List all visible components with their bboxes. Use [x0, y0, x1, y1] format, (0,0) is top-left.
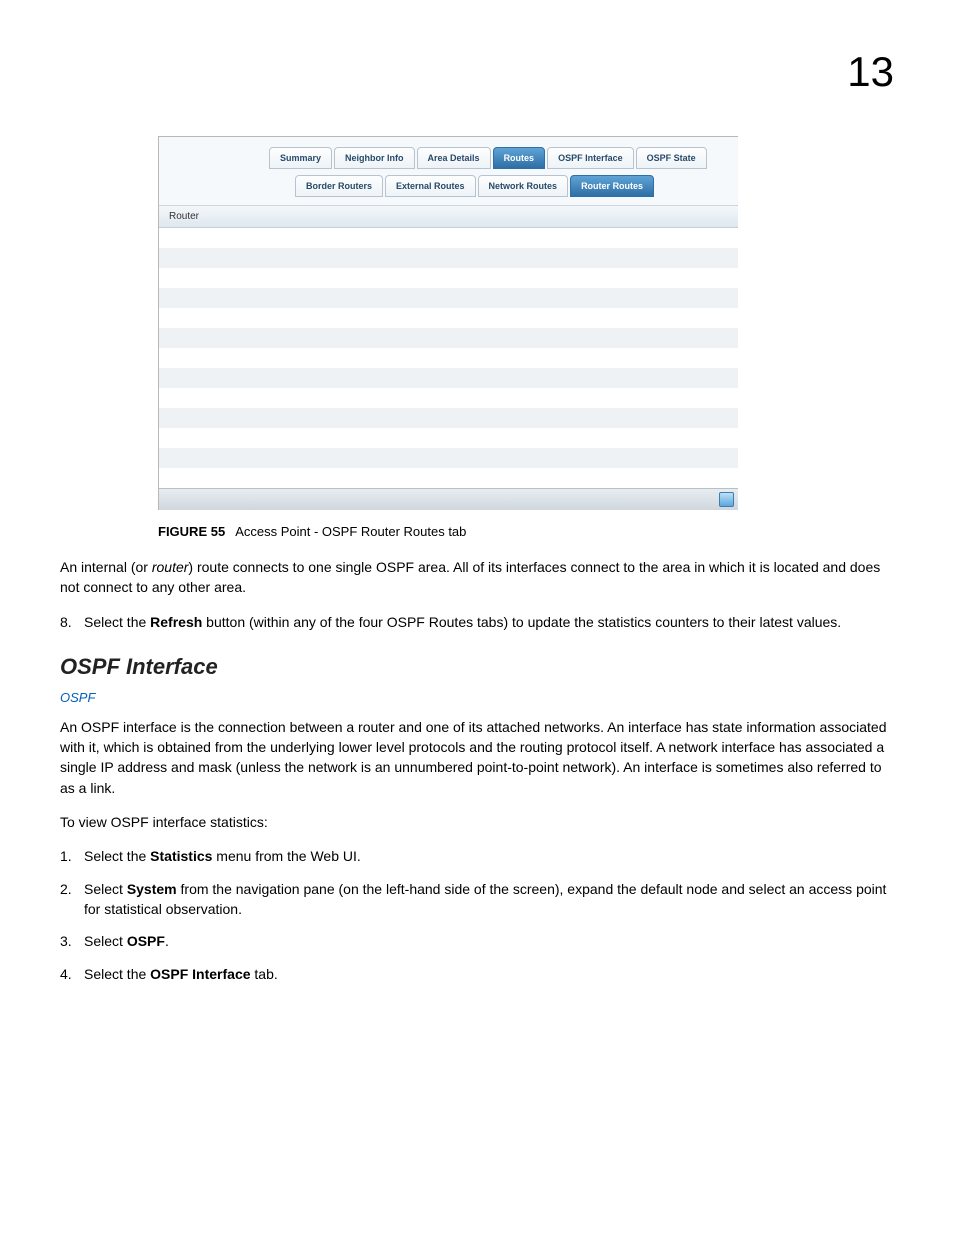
list-item: 8. Select the Refresh button (within any… — [60, 612, 894, 632]
paragraph: An internal (or router) route connects t… — [60, 557, 894, 598]
text-bold: Statistics — [150, 848, 212, 864]
text-fragment: button (within any of the four OSPF Rout… — [202, 614, 841, 630]
figure-screenshot: Summary Neighbor Info Area Details Route… — [158, 136, 894, 539]
table-row — [159, 228, 738, 248]
table-header-row: Router — [159, 206, 738, 228]
tab-ospf-state[interactable]: OSPF State — [636, 147, 707, 169]
text-fragment: Select the — [84, 848, 150, 864]
primary-tab-row: Summary Neighbor Info Area Details Route… — [269, 147, 738, 169]
subtab-border-routers[interactable]: Border Routers — [295, 175, 383, 197]
table-row — [159, 308, 738, 328]
text-fragment: Select — [84, 933, 127, 949]
text-fragment: Select the — [84, 614, 150, 630]
tab-area-details[interactable]: Area Details — [417, 147, 491, 169]
figure-caption: FIGURE 55 Access Point - OSPF Router Rout… — [158, 524, 894, 539]
page-number: 13 — [847, 48, 894, 96]
list-item: 2. Select System from the navigation pan… — [60, 879, 894, 920]
list-number: 8. — [60, 612, 84, 632]
table-row — [159, 408, 738, 428]
table-row — [159, 388, 738, 408]
table-row — [159, 428, 738, 448]
table-row — [159, 328, 738, 348]
section-link[interactable]: OSPF — [60, 690, 894, 705]
table-row — [159, 368, 738, 388]
text-fragment: tab. — [251, 966, 278, 982]
list-number: 2. — [60, 879, 84, 920]
list-number: 4. — [60, 964, 84, 984]
table-action-button[interactable] — [719, 492, 734, 507]
table-body — [159, 228, 738, 488]
table-row — [159, 248, 738, 268]
text-fragment: menu from the Web UI. — [212, 848, 360, 864]
text-fragment: Select the — [84, 966, 150, 982]
subtab-external-routes[interactable]: External Routes — [385, 175, 476, 197]
table-row — [159, 448, 738, 468]
text-bold: OSPF Interface — [150, 966, 250, 982]
tab-routes[interactable]: Routes — [493, 147, 546, 169]
figure-caption-text: Access Point - OSPF Router Routes tab — [235, 524, 466, 539]
figure-label: FIGURE 55 — [158, 524, 225, 539]
section-heading: OSPF Interface — [60, 654, 894, 680]
text-bold: OSPF — [127, 933, 165, 949]
list-item: 3. Select OSPF. — [60, 931, 894, 951]
list-item: 4. Select the OSPF Interface tab. — [60, 964, 894, 984]
tab-neighbor-info[interactable]: Neighbor Info — [334, 147, 415, 169]
text-fragment: Select — [84, 881, 127, 897]
text-fragment: from the navigation pane (on the left-ha… — [84, 881, 886, 917]
subtab-network-routes[interactable]: Network Routes — [478, 175, 569, 197]
tab-summary[interactable]: Summary — [269, 147, 332, 169]
text-fragment: . — [165, 933, 169, 949]
text-bold: Refresh — [150, 614, 202, 630]
column-header-router[interactable]: Router — [169, 211, 199, 222]
table-row — [159, 288, 738, 308]
list-item: 1. Select the Statistics menu from the W… — [60, 846, 894, 866]
paragraph: To view OSPF interface statistics: — [60, 812, 894, 832]
secondary-tab-row: Border Routers External Routes Network R… — [269, 175, 738, 197]
tab-ospf-interface[interactable]: OSPF Interface — [547, 147, 634, 169]
text-fragment: An internal (or — [60, 559, 152, 575]
paragraph: An OSPF interface is the connection betw… — [60, 717, 894, 798]
table-row — [159, 348, 738, 368]
table-row — [159, 468, 738, 488]
table-footer-bar — [159, 488, 738, 510]
text-bold: System — [127, 881, 177, 897]
list-number: 1. — [60, 846, 84, 866]
subtab-router-routes[interactable]: Router Routes — [570, 175, 654, 197]
table-row — [159, 268, 738, 288]
list-number: 3. — [60, 931, 84, 951]
text-italic: router — [152, 559, 189, 575]
